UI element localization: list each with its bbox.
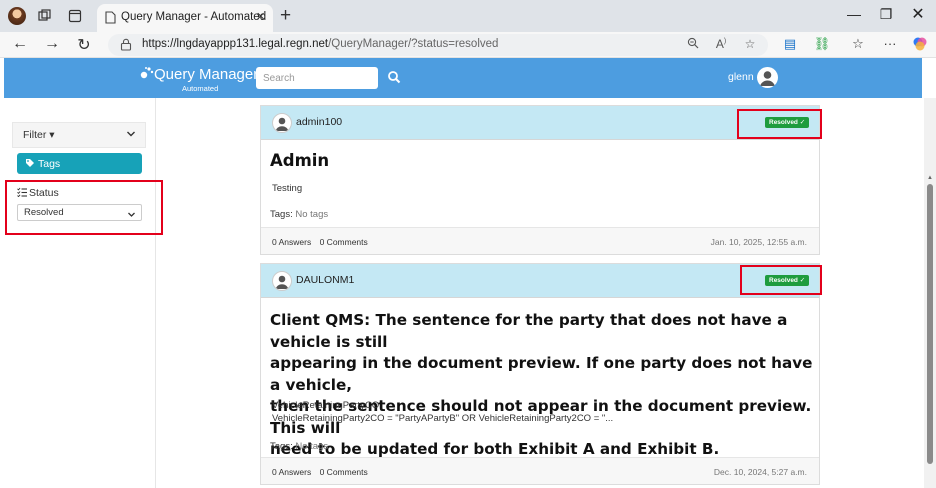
question-counts: 0 Answers 0 Comments xyxy=(272,467,368,477)
tag-icon xyxy=(26,158,34,167)
scroll-up-icon[interactable]: ▲ xyxy=(927,175,933,181)
highlight-box-badge xyxy=(737,109,822,139)
close-window-icon[interactable]: ✕ xyxy=(906,4,930,24)
question-body-line: VehicleRetainingPartyCO xyxy=(272,400,380,411)
zoom-icon[interactable] xyxy=(684,37,702,52)
question-author[interactable]: DAULONM1 xyxy=(296,274,354,286)
brand-icon xyxy=(140,67,154,79)
card-footer: 0 Answers 0 Comments Jan. 10, 2025, 12:5… xyxy=(261,227,819,254)
question-date: Dec. 10, 2024, 5:27 a.m. xyxy=(713,467,807,477)
page-scrollbar[interactable]: ▲ xyxy=(924,98,936,488)
highlight-box-status-filter xyxy=(5,180,163,235)
workspaces-icon[interactable] xyxy=(37,8,53,24)
question-title-line: Client QMS: The sentence for the party t… xyxy=(270,311,788,351)
tags-value: No tags xyxy=(295,441,329,452)
url-path: /QueryManager/?status=resolved xyxy=(328,38,499,50)
question-counts: 0 Answers 0 Comments xyxy=(272,237,368,247)
address-bar[interactable]: https://lngdayappp131.legal.regn.net/Que… xyxy=(108,34,768,56)
question-card[interactable]: DAULONM1 Resolved ✓ Client QMS: The sent… xyxy=(260,263,820,485)
browser-tab-active[interactable]: Query Manager - Automated × xyxy=(97,4,273,32)
question-author[interactable]: admin100 xyxy=(296,116,342,128)
tags-value: No tags xyxy=(295,209,329,220)
filter-label: Filter ▾ xyxy=(23,129,55,141)
tags-key: Tags: xyxy=(270,441,293,452)
link-extension-icon[interactable]: ⛓ xyxy=(812,36,832,52)
forward-icon[interactable]: → xyxy=(42,35,62,53)
answers-count[interactable]: 0 Answers xyxy=(272,237,311,247)
search-icon[interactable] xyxy=(387,70,401,84)
tab-title: Query Manager - Automated xyxy=(121,11,267,23)
question-card[interactable]: admin100 Resolved ✓ Admin Testing Tags: … xyxy=(260,105,820,255)
question-body-line: Testing xyxy=(272,183,303,194)
question-date: Jan. 10, 2025, 12:55 a.m. xyxy=(710,237,807,247)
question-title[interactable]: Client QMS: The sentence for the party t… xyxy=(270,310,819,461)
more-icon[interactable]: ··· xyxy=(880,36,900,51)
read-aloud-icon[interactable]: A) xyxy=(712,37,730,51)
comments-count[interactable]: 0 Comments xyxy=(320,237,368,247)
question-title-line: appearing in the document preview. If on… xyxy=(270,354,813,394)
brand-name: Query Manager xyxy=(154,66,259,83)
profile-avatar[interactable] xyxy=(8,7,26,25)
tags-key: Tags: xyxy=(270,209,293,220)
card-header: DAULONM1 Resolved ✓ xyxy=(261,264,819,298)
comments-count[interactable]: 0 Comments xyxy=(320,467,368,477)
brand-subtitle: Automated xyxy=(182,84,219,93)
copilot-icon[interactable] xyxy=(910,36,930,55)
card-header: admin100 Resolved ✓ xyxy=(261,106,819,140)
app-header: Query Manager Automated glenn xyxy=(4,58,922,98)
highlight-box-badge xyxy=(740,265,822,295)
browser-tab-strip: Query Manager - Automated × + — ❐ ✕ xyxy=(0,0,936,32)
restore-icon[interactable]: ❐ xyxy=(874,6,898,23)
author-avatar-icon xyxy=(272,271,292,291)
address-toolbar: ← → ↻ https://lngdayappp131.legal.regn.n… xyxy=(0,32,936,58)
favorite-star-icon[interactable]: ☆ xyxy=(741,37,759,51)
search-input[interactable] xyxy=(256,67,378,89)
tab-actions-icon[interactable] xyxy=(67,8,83,24)
extension-icon[interactable]: ▤ xyxy=(780,36,800,52)
question-title[interactable]: Admin xyxy=(270,151,329,170)
url-text[interactable]: https://lngdayappp131.legal.regn.net/Que… xyxy=(142,38,498,50)
minimize-icon[interactable]: — xyxy=(842,6,866,22)
question-tags: Tags: No tags xyxy=(270,209,328,220)
question-body-line: VehicleRetainingParty2CO = "PartyAPartyB… xyxy=(272,413,614,424)
chevron-down-icon xyxy=(126,128,136,142)
card-footer: 0 Answers 0 Comments Dec. 10, 2024, 5:27… xyxy=(261,457,819,484)
close-tab-icon[interactable]: × xyxy=(256,8,265,25)
user-avatar-icon[interactable] xyxy=(757,67,778,88)
answers-count[interactable]: 0 Answers xyxy=(272,467,311,477)
filter-toggle[interactable]: Filter ▾ xyxy=(12,122,146,148)
new-tab-icon[interactable]: + xyxy=(280,5,291,27)
favorites-icon[interactable]: ☆ xyxy=(848,36,868,52)
username: glenn xyxy=(728,71,754,83)
question-body: VehicleRetainingPartyCO VehicleRetaining… xyxy=(272,399,613,425)
url-host: https://lngdayappp131.legal.regn.net xyxy=(142,38,329,50)
scrollbar-thumb[interactable] xyxy=(927,184,933,464)
filter-sidebar: Filter ▾ Tags Status Resolved xyxy=(4,98,156,488)
lock-icon[interactable] xyxy=(120,38,132,54)
question-tags: Tags: No tags xyxy=(270,441,328,452)
back-icon[interactable]: ← xyxy=(10,35,30,53)
tags-button[interactable]: Tags xyxy=(17,153,142,174)
author-avatar-icon xyxy=(272,113,292,133)
page-icon xyxy=(105,11,116,27)
refresh-icon[interactable]: ↻ xyxy=(74,35,94,55)
tags-label: Tags xyxy=(38,157,61,170)
